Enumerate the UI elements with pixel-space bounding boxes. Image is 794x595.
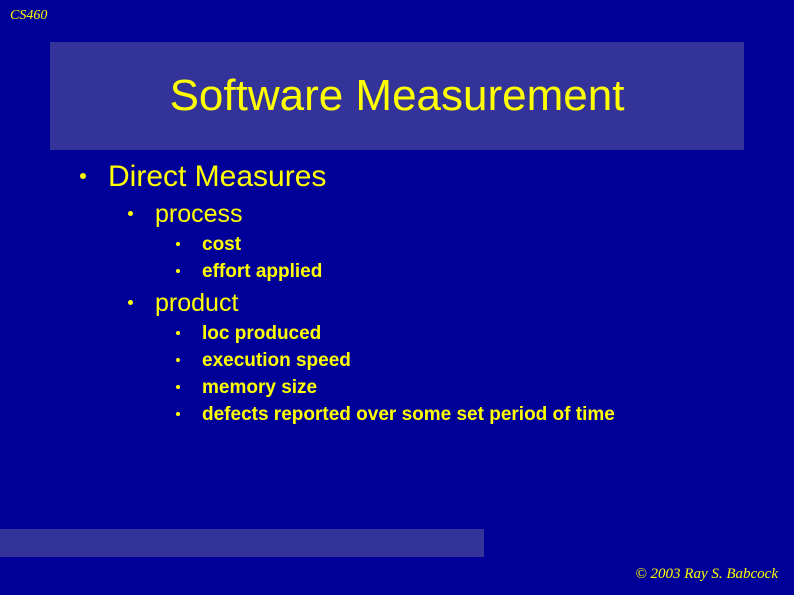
bullet-icon bbox=[128, 300, 133, 305]
subheading-product: product bbox=[128, 289, 744, 318]
title-banner: Software Measurement bbox=[50, 42, 744, 150]
decorative-bar bbox=[0, 529, 484, 557]
subheading-text: process bbox=[155, 200, 243, 228]
bullet-icon bbox=[176, 358, 180, 362]
item-text: cost bbox=[202, 234, 241, 255]
list-item: effort applied bbox=[176, 261, 744, 283]
slide-title: Software Measurement bbox=[170, 71, 625, 121]
copyright-text: © 2003 Ray S. Babcock bbox=[635, 566, 778, 583]
slide-content: Direct Measures process cost effort appl… bbox=[50, 160, 744, 426]
list-item: cost bbox=[176, 234, 744, 256]
bullet-icon bbox=[176, 412, 180, 416]
subheading-process: process bbox=[128, 200, 744, 229]
item-text: defects reported over some set period of… bbox=[202, 404, 615, 425]
bullet-icon bbox=[176, 331, 180, 335]
course-code: CS460 bbox=[10, 8, 47, 24]
bullet-icon bbox=[176, 385, 180, 389]
item-text: memory size bbox=[202, 377, 317, 398]
heading-text: Direct Measures bbox=[108, 160, 326, 193]
heading-direct-measures: Direct Measures bbox=[80, 160, 744, 194]
bullet-icon bbox=[176, 242, 180, 246]
subheading-text: product bbox=[155, 289, 238, 317]
list-item: loc produced bbox=[176, 323, 744, 345]
list-item: execution speed bbox=[176, 350, 744, 372]
list-item: defects reported over some set period of… bbox=[176, 404, 744, 426]
list-item: memory size bbox=[176, 377, 744, 399]
item-text: effort applied bbox=[202, 261, 322, 282]
item-text: execution speed bbox=[202, 350, 351, 371]
bullet-icon bbox=[176, 269, 180, 273]
item-text: loc produced bbox=[202, 323, 321, 344]
bullet-icon bbox=[80, 173, 86, 179]
bullet-icon bbox=[128, 211, 133, 216]
